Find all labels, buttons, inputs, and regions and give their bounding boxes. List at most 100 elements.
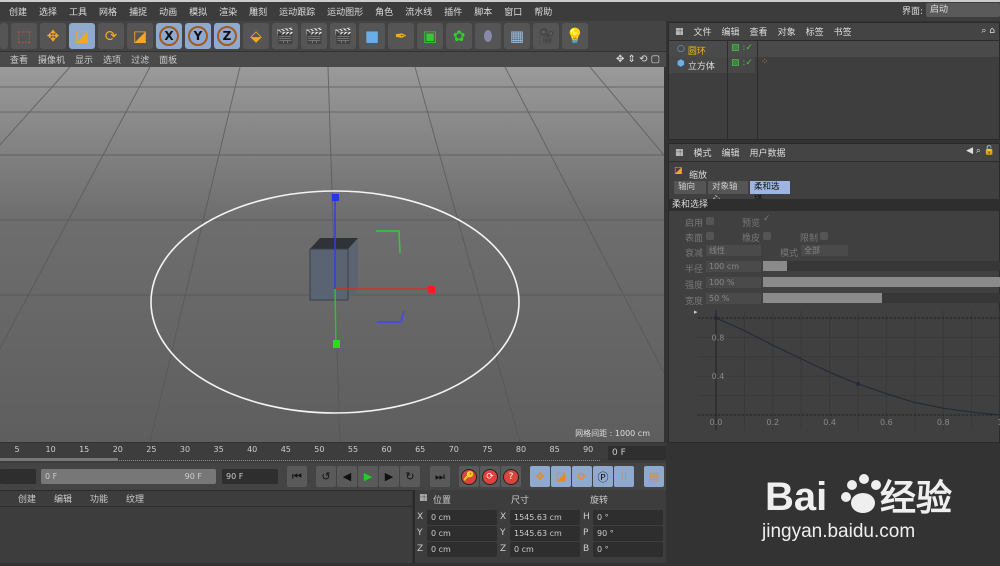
recent-tool[interactable]: ◪ (127, 23, 153, 49)
rubber-checkbox[interactable] (763, 232, 771, 240)
keyframe-selection-button[interactable]: ? (501, 466, 521, 487)
material-menu-item[interactable]: 创建 (18, 492, 36, 505)
tab-object-axis[interactable]: 对象轴心 (708, 181, 748, 205)
menu-item[interactable]: 网格 (96, 5, 120, 18)
key-position-toggle[interactable]: ✥ (530, 466, 550, 487)
timeline-window-button[interactable]: ▤ (644, 466, 664, 487)
visibility-check-icon[interactable]: ▨ :✓ (731, 43, 753, 53)
restrict-checkbox[interactable] (820, 232, 828, 240)
play-button[interactable]: ▶ (358, 466, 378, 487)
menu-item[interactable]: 帮助 (531, 5, 555, 18)
key-rotation-toggle[interactable]: ⟳ (572, 466, 592, 487)
menu-item[interactable]: 工具 (66, 5, 90, 18)
menu-item[interactable]: 运动图形 (324, 5, 366, 18)
x-axis-lock[interactable]: X (156, 23, 182, 49)
menu-item[interactable]: 运动跟踪 (276, 5, 318, 18)
z-axis-lock[interactable]: Z (214, 23, 240, 49)
surface-checkbox[interactable] (706, 232, 714, 240)
enable-checkbox[interactable] (706, 217, 714, 225)
radius-slider[interactable] (763, 261, 1000, 271)
nav-icons[interactable]: ◀ ⌕ 🔓 (966, 146, 995, 156)
menu-item[interactable]: 雕刻 (246, 5, 270, 18)
layout-select[interactable]: 启动 (926, 3, 1000, 17)
viewport-menu-item[interactable]: 显示 (75, 53, 93, 66)
go-to-end-button[interactable]: ⏭ (430, 466, 450, 487)
strength-field[interactable]: 100 % (706, 277, 761, 288)
end-frame-field[interactable]: 90 F (222, 469, 278, 484)
move-tool[interactable]: ✥ (40, 23, 66, 49)
start-frame-field[interactable] (0, 469, 36, 484)
tab-axis[interactable]: 轴向 (674, 181, 706, 194)
viewport-menu-item[interactable]: 面板 (159, 53, 177, 66)
width-field[interactable]: 50 % (706, 293, 761, 304)
material-menu-item[interactable]: 编辑 (54, 492, 72, 505)
light-icon[interactable]: 💡 (562, 23, 588, 49)
menu-item[interactable]: 选择 (36, 5, 60, 18)
coord-pos-field[interactable]: 0 cm (427, 510, 497, 525)
menu-item[interactable]: 模拟 (186, 5, 210, 18)
y-axis-lock[interactable]: Y (185, 23, 211, 49)
menu-item[interactable]: 窗口 (501, 5, 525, 18)
search-icon[interactable]: ⌕ ⌂ (981, 26, 995, 36)
previous-frame-button[interactable]: ◀ (337, 466, 357, 487)
menu-item[interactable]: 角色 (372, 5, 396, 18)
viewport-nav-icons[interactable]: ✥ ⇕ ⟲ ▢ (616, 54, 660, 65)
live-select-tool[interactable]: ⬚ (11, 23, 37, 49)
menu-item[interactable]: 捕捉 (126, 5, 150, 18)
deformer-icon[interactable]: ⬮ (475, 23, 501, 49)
coord-rot-field[interactable]: 0 ° (593, 510, 663, 525)
viewport-menu-item[interactable]: 过滤 (131, 53, 149, 66)
radius-field[interactable]: 100 cm (706, 261, 761, 272)
attribute-menu-item[interactable]: 模式 (694, 146, 712, 159)
auto-key-button[interactable]: ⟳ (480, 466, 500, 487)
visibility-check-icon[interactable]: ▨ :✓ (731, 58, 753, 68)
strength-slider[interactable] (763, 277, 1000, 287)
key-parameter-toggle[interactable]: Ⓟ (593, 466, 613, 487)
viewport-menu-item[interactable]: 摄像机 (38, 53, 65, 66)
coordinate-system-icon[interactable]: ⬙ (243, 23, 269, 49)
record-key-button[interactable]: 🔑 (459, 466, 479, 487)
coord-size-field[interactable]: 0 cm (510, 542, 580, 557)
object-menu-item[interactable]: 对象 (778, 25, 796, 38)
attribute-menu-item[interactable]: 编辑 (722, 146, 740, 159)
width-slider[interactable] (763, 293, 1000, 303)
object-menu-item[interactable]: 编辑 (722, 25, 740, 38)
menu-item[interactable]: 动画 (156, 5, 180, 18)
viewport-menu-item[interactable]: 选项 (103, 53, 121, 66)
cloner-icon[interactable]: ✿ (446, 23, 472, 49)
next-key-button[interactable]: ↻ (400, 466, 420, 487)
object-item-ring[interactable]: ○ 圆环 (677, 44, 706, 57)
object-menu-item[interactable]: 查看 (750, 25, 768, 38)
material-tag-icon[interactable]: ⁘ (761, 57, 769, 67)
attribute-menu-item[interactable]: 用户数据 (750, 146, 786, 159)
camera-icon[interactable]: 🎥 (533, 23, 559, 49)
previous-key-button[interactable]: ↺ (316, 466, 336, 487)
material-menu-item[interactable]: 功能 (90, 492, 108, 505)
falloff-curve-graph[interactable]: 0.00.20.40.60.810.40.8▸ (668, 305, 1000, 440)
object-menu-item[interactable]: 书签 (834, 25, 852, 38)
falloff-select[interactable]: 线性 (706, 245, 761, 256)
material-menu-item[interactable]: 纹理 (126, 492, 144, 505)
object-menu-item[interactable]: 标签 (806, 25, 824, 38)
scale-tool[interactable]: ◪ (69, 23, 95, 49)
menu-item[interactable]: 脚本 (471, 5, 495, 18)
object-menu-item[interactable]: 文件 (694, 25, 712, 38)
viewport[interactable]: 网格间距 : 1000 cm (0, 67, 664, 442)
pen-spline-icon[interactable]: ✒ (388, 23, 414, 49)
preview-range-slider[interactable]: 0 F 90 F (41, 469, 216, 484)
key-pla-toggle[interactable]: ⁞⁞ (614, 466, 634, 487)
menu-item[interactable]: 流水线 (402, 5, 435, 18)
coord-rot-field[interactable]: 90 ° (593, 526, 663, 541)
floor-icon[interactable]: ▦ (504, 23, 530, 49)
menu-item[interactable]: 创建 (6, 5, 30, 18)
preview-checkbox[interactable]: ✓ (763, 214, 771, 224)
coord-pos-field[interactable]: 0 cm (427, 526, 497, 541)
coord-rot-field[interactable]: 0 ° (593, 542, 663, 557)
coord-pos-field[interactable]: 0 cm (427, 542, 497, 557)
menu-item[interactable]: 插件 (441, 5, 465, 18)
object-item-cube[interactable]: ⬢ 立方体 (677, 59, 715, 72)
mode-select[interactable]: 全部 (801, 245, 848, 256)
current-frame-field[interactable]: 0 F (608, 446, 666, 460)
next-frame-button[interactable]: ▶ (379, 466, 399, 487)
viewport-menu-item[interactable]: 查看 (10, 53, 28, 66)
